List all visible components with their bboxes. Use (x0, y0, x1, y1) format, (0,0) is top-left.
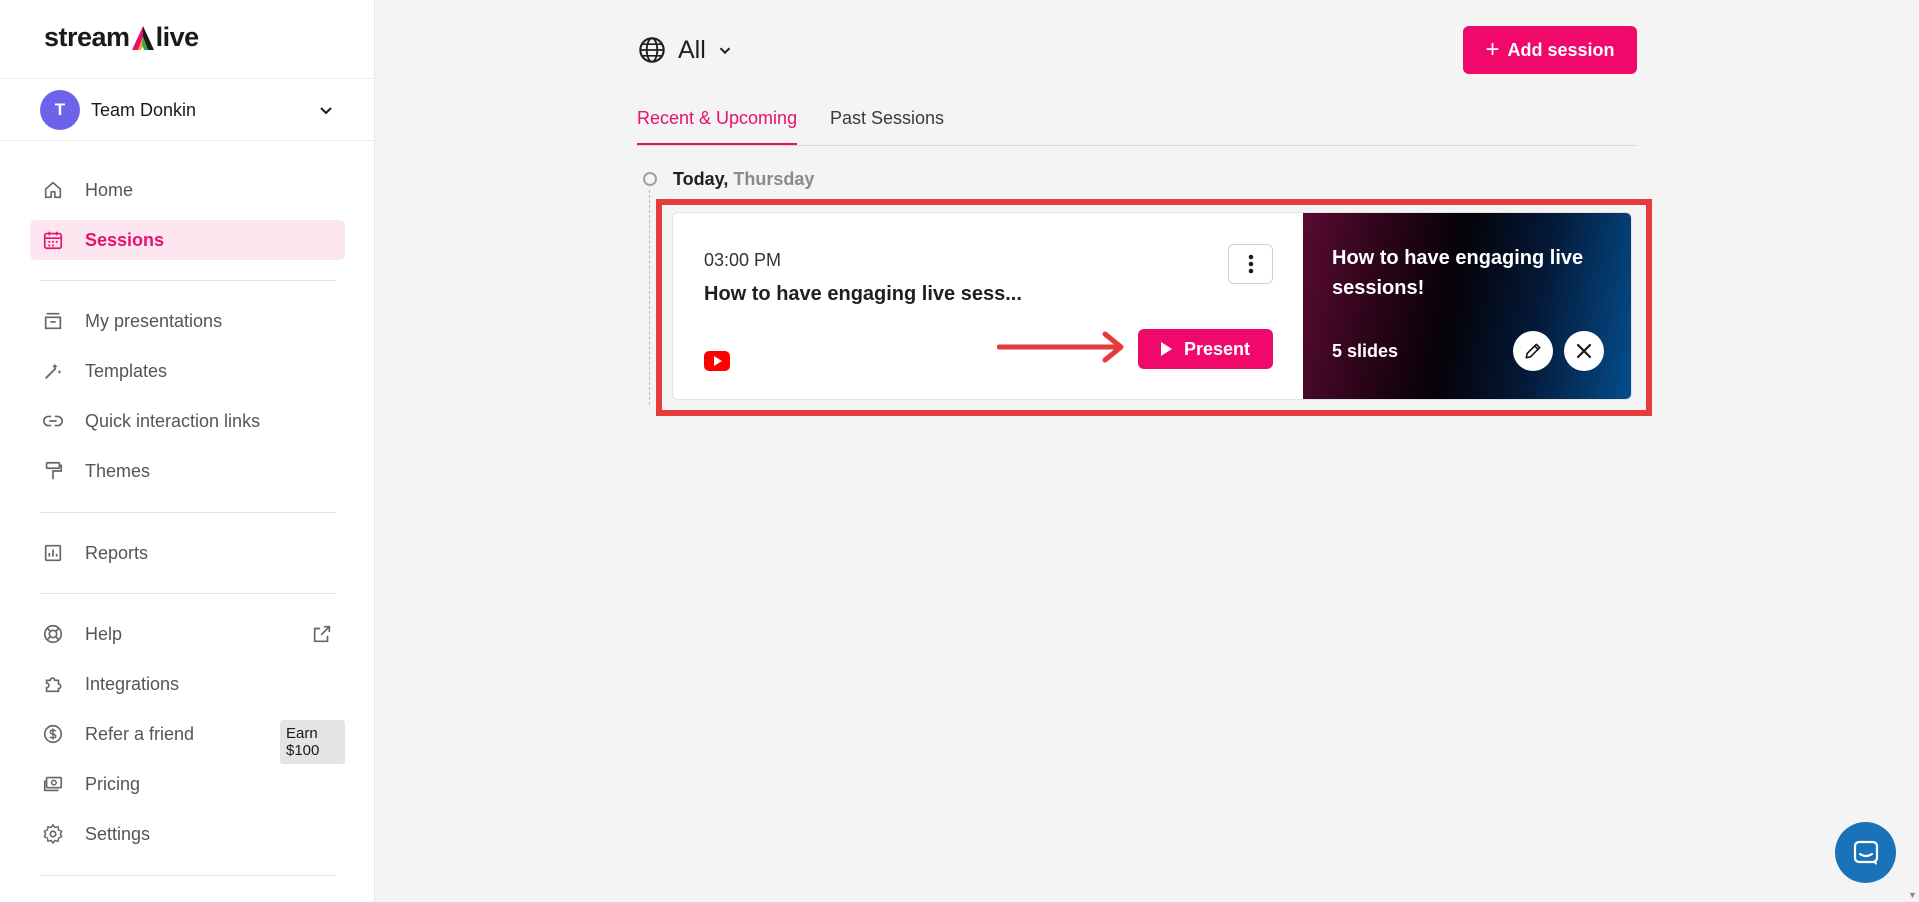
highlight-box (656, 199, 1652, 416)
nav-templates[interactable]: Templates (30, 351, 345, 391)
team-avatar: T (40, 90, 80, 130)
bar-chart-icon (41, 541, 65, 565)
earn-badge: Earn $100 (280, 720, 345, 764)
sidebar: stream live T Team Donkin Home Sessions … (0, 0, 375, 902)
nav-help[interactable]: Help (30, 614, 345, 654)
divider (40, 875, 336, 876)
lifebuoy-icon (41, 622, 65, 646)
nav-integrations-label: Integrations (85, 673, 180, 694)
nav-sessions[interactable]: Sessions (30, 220, 345, 260)
session-tabs: Recent & Upcoming Past Sessions (637, 104, 1637, 146)
chevron-down-icon[interactable] (316, 100, 336, 120)
nav-help-label: Help (85, 623, 123, 644)
weekday-label: Thursday (733, 169, 815, 189)
nav-reports-label: Reports (85, 542, 149, 563)
external-link-icon[interactable] (311, 623, 333, 650)
divider (40, 512, 336, 513)
dollar-circle-icon (41, 722, 65, 746)
nav-integrations[interactable]: Integrations (30, 664, 345, 704)
nav-home-label: Home (85, 179, 134, 200)
globe-icon (639, 37, 665, 63)
nav-my-presentations-label: My presentations (85, 310, 223, 331)
chevron-down-icon (719, 47, 730, 55)
logo-text-left: stream (44, 22, 130, 52)
presentations-icon (41, 309, 65, 333)
app-logo[interactable]: stream live (44, 22, 199, 53)
nav-themes-label: Themes (85, 460, 151, 481)
chat-launcher[interactable] (1835, 822, 1896, 883)
nav-refer-label: Refer a friend (85, 723, 195, 744)
magic-wand-icon (41, 359, 65, 383)
logo-text-right: live (155, 22, 200, 52)
nav-pricing[interactable]: Pricing (30, 764, 345, 804)
puzzle-icon (41, 672, 65, 696)
nav-refer[interactable]: Refer a friend Earn $100 (30, 714, 345, 764)
divider (40, 280, 336, 281)
nav-templates-label: Templates (85, 360, 168, 381)
team-name: Team Donkin (91, 99, 197, 120)
scroll-down-arrow[interactable]: ▼ (1908, 890, 1917, 900)
timeline-line (649, 190, 650, 405)
chat-icon (1853, 840, 1878, 865)
nav-pricing-label: Pricing (85, 773, 141, 794)
home-icon (41, 178, 65, 202)
filter-label: All (678, 35, 706, 64)
tab-recent-upcoming[interactable]: Recent & Upcoming (637, 108, 798, 145)
money-icon (41, 772, 65, 796)
divider (0, 78, 375, 79)
nav-quick-links[interactable]: Quick interaction links (30, 401, 345, 441)
plus-icon: + (1485, 36, 1500, 63)
day-label: Today, (673, 169, 729, 189)
nav-home[interactable]: Home (30, 170, 345, 210)
session-filter-dropdown[interactable]: All (638, 34, 734, 66)
timeline-dot (643, 172, 657, 186)
nav-my-presentations[interactable]: My presentations (30, 301, 345, 341)
nav-settings[interactable]: Settings (30, 814, 345, 854)
nav-reports[interactable]: Reports (30, 533, 345, 573)
nav-settings-label: Settings (85, 823, 151, 844)
divider (0, 140, 375, 141)
divider (40, 593, 336, 594)
tab-past-sessions[interactable]: Past Sessions (830, 108, 944, 143)
day-heading: Today, Thursday (673, 169, 814, 190)
logo-a-icon (131, 25, 155, 51)
nav-themes[interactable]: Themes (30, 451, 345, 491)
team-switcher[interactable]: T Team Donkin (40, 89, 336, 131)
add-session-button[interactable]: + Add session (1463, 26, 1637, 74)
link-icon (41, 409, 65, 433)
gear-icon (41, 822, 65, 846)
paint-roller-icon (41, 459, 65, 483)
calendar-icon (41, 228, 65, 252)
nav-sessions-label: Sessions (85, 229, 165, 250)
nav-quick-links-label: Quick interaction links (85, 410, 261, 431)
add-session-label: Add session (1507, 39, 1615, 60)
